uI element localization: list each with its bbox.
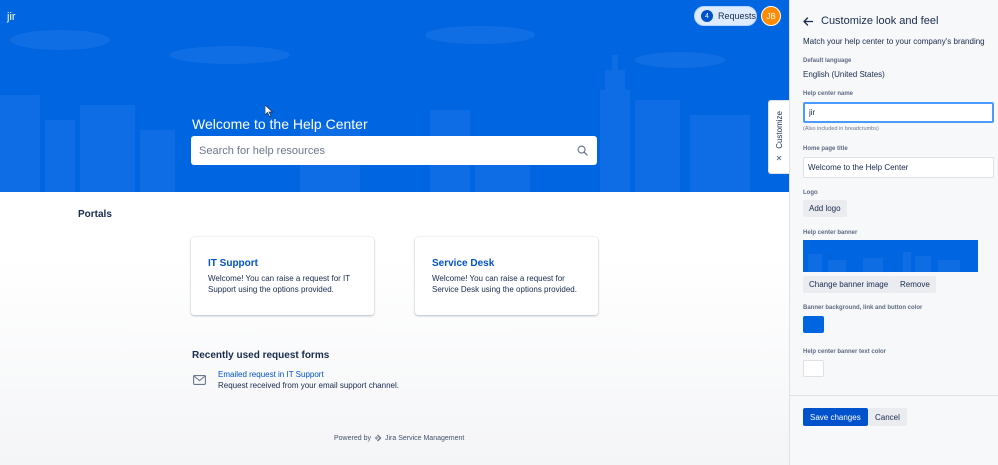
- jira-logo-icon: [374, 434, 382, 442]
- change-banner-button[interactable]: Change banner image: [803, 276, 895, 293]
- welcome-heading: Welcome to the Help Center: [192, 116, 368, 132]
- recent-forms-heading: Recently used request forms: [192, 350, 330, 361]
- default-language-value: English (United States): [803, 70, 885, 79]
- recent-form-name[interactable]: Emailed request in IT Support: [218, 370, 399, 379]
- help-center-name-hint: (Also included in breadcrumbs): [803, 126, 879, 132]
- home-page-title-input[interactable]: [803, 157, 994, 178]
- back-arrow-icon[interactable]: [803, 16, 813, 26]
- cancel-button[interactable]: Cancel: [868, 408, 907, 426]
- search-box[interactable]: [191, 136, 597, 165]
- user-avatar[interactable]: JB: [761, 6, 781, 26]
- banner-color-swatch[interactable]: [803, 316, 824, 333]
- powered-by: Powered by Jira Service Management: [334, 434, 464, 442]
- mouse-cursor-icon: [265, 105, 273, 117]
- customize-tab-label: Customize: [774, 110, 784, 149]
- help-center-name-input[interactable]: [803, 102, 994, 123]
- close-icon[interactable]: ✕: [776, 154, 783, 163]
- banner-text-color-swatch[interactable]: [803, 360, 824, 377]
- banner-color-label: Banner background, link and button color: [803, 305, 923, 311]
- default-language-label: Default language: [803, 58, 852, 64]
- customize-panel: Customize look and feel Match your help …: [789, 0, 998, 465]
- recent-form-description: Request received from your email support…: [218, 381, 399, 390]
- panel-subtitle: Match your help center to your company's…: [803, 37, 985, 46]
- portal-description: Welcome! You can raise a request for Ser…: [432, 274, 577, 294]
- powered-by-product[interactable]: Jira Service Management: [385, 435, 464, 442]
- powered-by-label: Powered by: [334, 434, 371, 442]
- mail-icon: [193, 375, 206, 385]
- panel-divider: [790, 395, 998, 396]
- portal-description: Welcome! You can raise a request for IT …: [208, 274, 351, 294]
- requests-count-badge: 4: [701, 10, 713, 22]
- panel-header: Customize look and feel: [803, 15, 938, 27]
- site-name[interactable]: jir: [7, 11, 16, 23]
- portal-card-it-support[interactable]: IT Support Welcome! You can raise a requ…: [191, 237, 374, 315]
- recent-form-item[interactable]: Emailed request in IT Support Request re…: [193, 370, 399, 390]
- banner-text-color-label: Help center banner text color: [803, 349, 887, 355]
- add-logo-button[interactable]: Add logo: [803, 200, 847, 217]
- search-icon[interactable]: [575, 144, 589, 158]
- logo-label: Logo: [803, 190, 818, 196]
- portal-name[interactable]: IT Support: [208, 258, 358, 269]
- help-center-banner: jir 4 Requests JB Welcome to the Help Ce…: [0, 0, 789, 192]
- search-input[interactable]: [199, 144, 575, 157]
- requests-button[interactable]: 4 Requests: [694, 6, 757, 26]
- customize-tab[interactable]: Customize ✕: [768, 100, 789, 174]
- panel-title: Customize look and feel: [821, 15, 939, 27]
- portal-name[interactable]: Service Desk: [432, 258, 582, 269]
- home-page-title-label: Home page title: [803, 146, 848, 152]
- help-center-name-label: Help center name: [803, 91, 854, 97]
- banner-preview: [803, 240, 978, 272]
- save-changes-button[interactable]: Save changes: [803, 408, 868, 426]
- portals-heading: Portals: [78, 209, 112, 220]
- help-center-main: jir 4 Requests JB Welcome to the Help Ce…: [0, 0, 789, 465]
- portal-card-service-desk[interactable]: Service Desk Welcome! You can raise a re…: [415, 237, 598, 315]
- requests-label: Requests: [717, 11, 756, 21]
- help-center-banner-label: Help center banner: [803, 230, 858, 236]
- banner-preview-skyline: [808, 252, 960, 272]
- remove-banner-button[interactable]: Remove: [894, 276, 936, 293]
